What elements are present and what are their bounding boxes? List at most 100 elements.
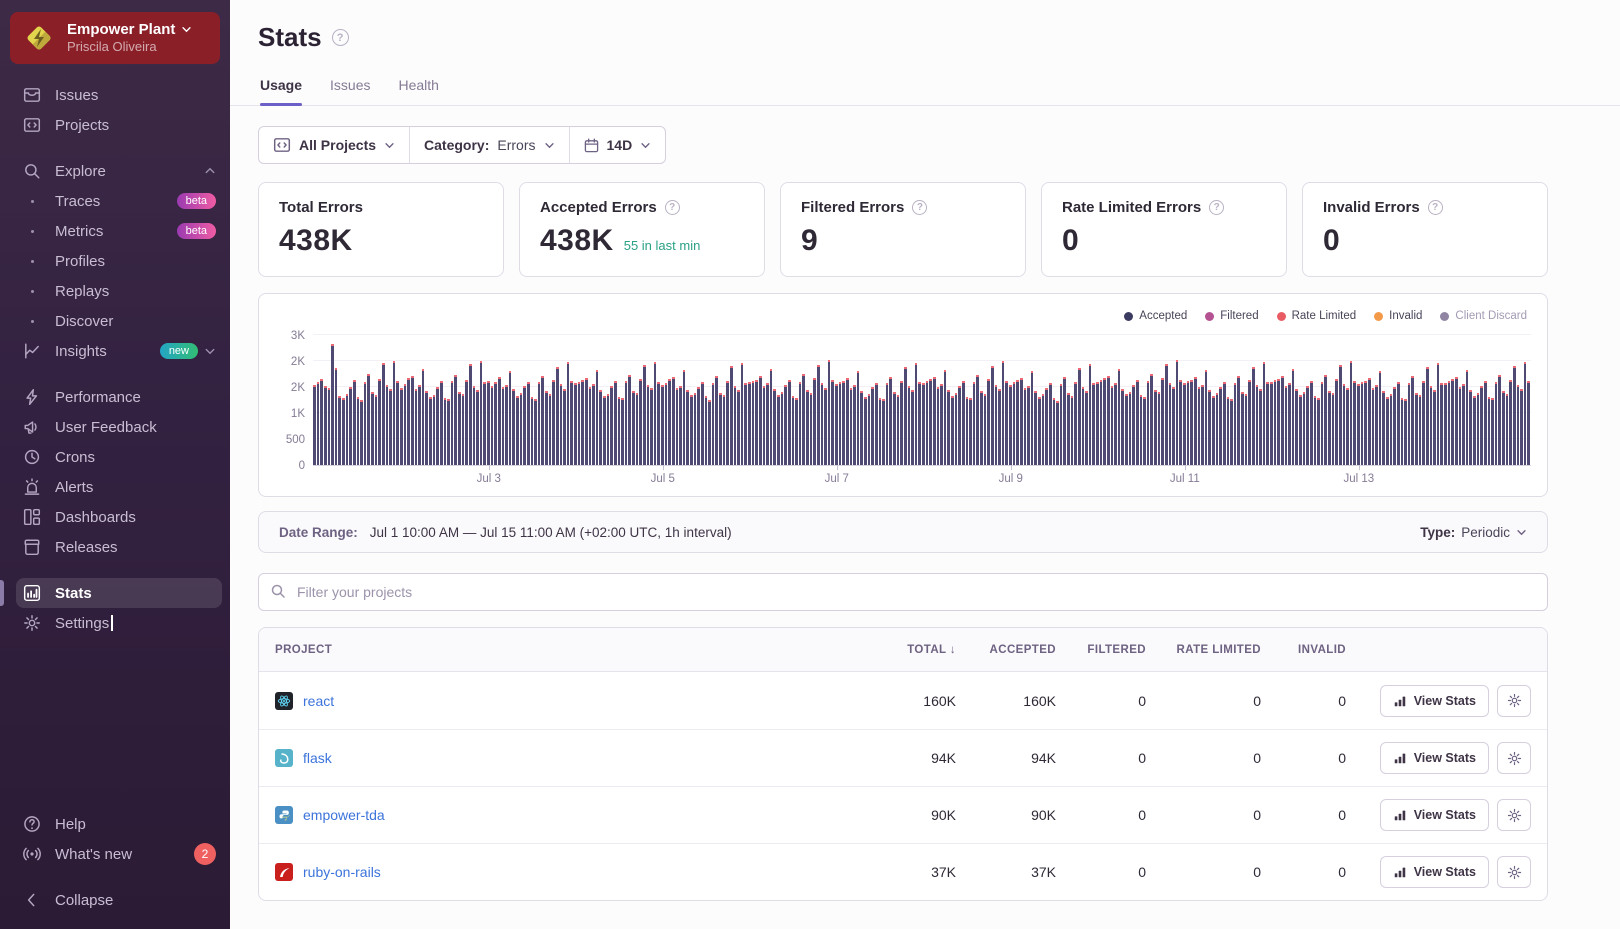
date-period-selector[interactable]: 14D — [569, 127, 666, 163]
tab-issues[interactable]: Issues — [330, 77, 370, 105]
view-stats-button[interactable]: View Stats — [1380, 856, 1489, 888]
chevron-down-icon[interactable] — [204, 345, 216, 357]
sidebar-item-label: Traces — [55, 193, 100, 210]
bar — [1256, 385, 1259, 465]
bar-series-accepted — [313, 336, 1531, 465]
bar — [331, 344, 334, 465]
bar — [1263, 362, 1266, 465]
chart-plot[interactable]: Jul 3Jul 5Jul 7Jul 9Jul 11Jul 13 — [313, 336, 1531, 466]
project-settings-button[interactable] — [1497, 856, 1531, 888]
bar — [1219, 387, 1222, 465]
sidebar-item-stats[interactable]: Stats — [16, 578, 222, 608]
rate-limited-value: 0 — [1146, 807, 1261, 823]
x-tick-label: Jul 9 — [999, 473, 1023, 485]
sidebar-item-projects[interactable]: Projects — [0, 110, 230, 140]
legend-item-accepted[interactable]: Accepted — [1124, 310, 1187, 322]
sidebar-item-releases[interactable]: Releases — [0, 532, 230, 562]
accepted-value: 90K — [956, 807, 1056, 823]
chevron-up-icon[interactable] — [204, 165, 216, 177]
sidebar-item-dashboards[interactable]: Dashboards — [0, 502, 230, 532]
project-settings-button[interactable] — [1497, 799, 1531, 831]
help-icon[interactable]: ? — [1428, 200, 1443, 215]
invalid-value: 0 — [1261, 807, 1346, 823]
sidebar-item-user-feedback[interactable]: User Feedback — [0, 412, 230, 442]
projects-table: PROJECTTOTAL ↓ACCEPTEDFILTEREDRATE LIMIT… — [258, 627, 1548, 901]
bar — [1411, 376, 1414, 465]
bar — [966, 397, 969, 465]
projects-icon — [273, 136, 291, 154]
bar — [1517, 385, 1520, 465]
x-tick-mark — [663, 465, 664, 470]
bar — [973, 382, 976, 465]
bar — [317, 382, 320, 465]
sidebar-item-profiles[interactable]: Profiles — [0, 246, 230, 276]
insights-icon — [22, 342, 42, 360]
column-header-total[interactable]: TOTAL ↓ — [846, 644, 956, 656]
sidebar-item-traces[interactable]: Tracesbeta — [0, 186, 230, 216]
view-stats-button[interactable]: View Stats — [1380, 799, 1489, 831]
project-link[interactable]: ruby-on-rails — [303, 864, 381, 880]
sidebar-item-explore[interactable]: Explore — [0, 156, 230, 186]
sidebar-item-help[interactable]: Help — [0, 809, 230, 839]
sidebar-item-crons[interactable]: Crons — [0, 442, 230, 472]
stat-card-title: Total Errors — [279, 199, 363, 216]
sidebar-item-what-s-new[interactable]: What's new2 — [0, 839, 230, 869]
column-header-filtered[interactable]: FILTERED — [1056, 644, 1146, 656]
column-header-project[interactable]: PROJECT — [275, 644, 846, 656]
legend-item-rate-limited[interactable]: Rate Limited — [1277, 310, 1357, 322]
tab-usage[interactable]: Usage — [260, 77, 302, 105]
stat-card-value: 9 — [801, 224, 818, 258]
help-icon[interactable]: ? — [665, 200, 680, 215]
sidebar-item-collapse[interactable]: Collapse — [0, 885, 230, 915]
bar — [897, 395, 900, 465]
bar — [1339, 365, 1342, 465]
page-help-icon[interactable]: ? — [332, 29, 349, 46]
bar — [657, 382, 660, 465]
view-stats-button[interactable]: View Stats — [1380, 742, 1489, 774]
column-header-rate-limited[interactable]: RATE LIMITED — [1146, 644, 1261, 656]
bar — [1353, 381, 1356, 465]
legend-item-client-discard[interactable]: Client Discard — [1440, 310, 1527, 322]
project-selector[interactable]: All Projects — [259, 127, 409, 163]
help-icon[interactable]: ? — [1209, 200, 1224, 215]
project-link[interactable]: flask — [303, 750, 332, 766]
column-header-accepted[interactable]: ACCEPTED — [956, 644, 1056, 656]
sidebar-item-performance[interactable]: Performance — [0, 382, 230, 412]
project-settings-button[interactable] — [1497, 742, 1531, 774]
bar — [1082, 387, 1085, 465]
org-switcher[interactable]: Empower Plant Priscila Oliveira — [10, 12, 220, 64]
project-settings-button[interactable] — [1497, 685, 1531, 717]
bar — [1295, 389, 1298, 465]
legend-item-invalid[interactable]: Invalid — [1374, 310, 1422, 322]
bar — [1285, 386, 1288, 465]
project-link[interactable]: react — [303, 693, 334, 709]
bar — [647, 385, 650, 465]
bar — [683, 370, 686, 465]
filtered-value: 0 — [1056, 693, 1146, 709]
chart-type-selector[interactable]: Type: Periodic — [1420, 525, 1527, 540]
sidebar-item-insights[interactable]: Insightsnew — [0, 336, 230, 366]
project-filter-input[interactable] — [258, 573, 1548, 611]
bar — [792, 396, 795, 465]
tab-health[interactable]: Health — [399, 77, 439, 105]
view-stats-button[interactable]: View Stats — [1380, 685, 1489, 717]
bar — [1020, 378, 1023, 465]
project-link[interactable]: empower-tda — [303, 807, 385, 823]
sidebar-item-alerts[interactable]: Alerts — [0, 472, 230, 502]
bar — [407, 378, 410, 465]
sidebar-item-settings[interactable]: Settings — [0, 608, 230, 638]
legend-item-filtered[interactable]: Filtered — [1205, 310, 1258, 322]
stat-card-title: Filtered Errors — [801, 199, 904, 216]
help-icon[interactable]: ? — [912, 200, 927, 215]
column-header-invalid[interactable]: INVALID — [1261, 644, 1346, 656]
bar — [766, 383, 769, 465]
sidebar-item-issues[interactable]: Issues — [0, 80, 230, 110]
bar — [831, 380, 834, 465]
bar — [563, 389, 566, 465]
category-selector[interactable]: Category: Errors — [409, 127, 568, 163]
sidebar-item-replays[interactable]: Replays — [0, 276, 230, 306]
sidebar-item-metrics[interactable]: Metricsbeta — [0, 216, 230, 246]
bar — [313, 385, 316, 465]
org-name: Empower Plant — [67, 21, 175, 38]
sidebar-item-discover[interactable]: Discover — [0, 306, 230, 336]
